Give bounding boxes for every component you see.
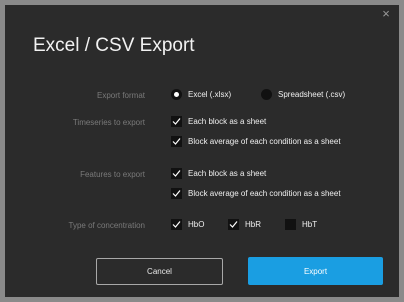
- checkbox-features-each-block[interactable]: Each block as a sheet: [171, 168, 266, 179]
- radio-excel[interactable]: Excel (.xlsx): [171, 89, 231, 100]
- checkbox-label: Each block as a sheet: [188, 117, 267, 126]
- checkmark-icon[interactable]: [171, 136, 182, 147]
- concentration-label: Type of concentration: [68, 221, 146, 230]
- checkbox-label: HbR: [245, 220, 262, 229]
- radio-csv-indicator[interactable]: [261, 89, 272, 100]
- radio-csv-label: Spreadsheet (.csv): [278, 90, 346, 99]
- checkbox-label: HbT: [302, 220, 318, 229]
- cancel-button[interactable]: Cancel: [96, 258, 223, 285]
- checkbox-label: Each block as a sheet: [188, 169, 267, 178]
- checkbox-timeseries-each-block[interactable]: Each block as a sheet: [171, 116, 266, 127]
- checkbox-hbr[interactable]: HbR: [228, 219, 261, 230]
- checkmark-icon[interactable]: [171, 219, 182, 230]
- checkmark-icon[interactable]: [228, 219, 239, 230]
- close-icon[interactable]: ×: [379, 7, 393, 21]
- checkbox-hbt[interactable]: HbT: [285, 219, 317, 230]
- checkmark-icon[interactable]: [171, 116, 182, 127]
- checkmark-icon[interactable]: [171, 168, 182, 179]
- export-format-label: Export format: [96, 91, 145, 100]
- checkbox-timeseries-block-average[interactable]: Block average of each condition as a she…: [171, 136, 341, 147]
- export-dialog: × Excel / CSV Export Export format Excel…: [5, 5, 399, 297]
- checkmark-icon[interactable]: [171, 188, 182, 199]
- checkbox-hbt-box[interactable]: [285, 219, 296, 230]
- checkbox-label: HbO: [188, 220, 205, 229]
- checkbox-hbo[interactable]: HbO: [171, 219, 204, 230]
- radio-excel-label: Excel (.xlsx): [188, 90, 232, 99]
- checkbox-label: Block average of each condition as a she…: [188, 137, 341, 146]
- dialog-title: Excel / CSV Export: [33, 35, 195, 56]
- checkbox-label: Block average of each condition as a she…: [188, 189, 341, 198]
- radio-excel-indicator[interactable]: [171, 89, 182, 100]
- radio-csv[interactable]: Spreadsheet (.csv): [261, 89, 345, 100]
- checkbox-features-block-average[interactable]: Block average of each condition as a she…: [171, 188, 341, 199]
- features-label: Features to export: [80, 170, 145, 179]
- timeseries-label: Timeseries to export: [72, 118, 145, 127]
- export-button[interactable]: Export: [248, 257, 383, 285]
